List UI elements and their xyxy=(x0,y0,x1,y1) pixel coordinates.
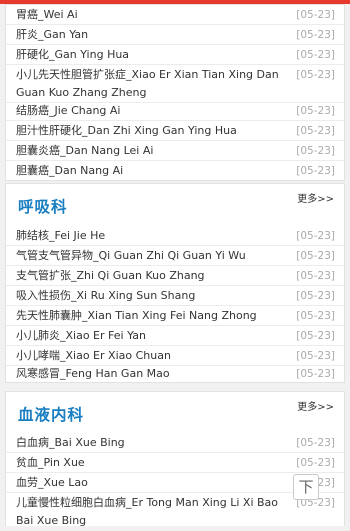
list-item-title[interactable]: 肺结核_Fei Jie He xyxy=(16,226,296,246)
list-item-date: [05-23] xyxy=(296,310,335,322)
list-item[interactable]: 胆囊癌_Dan Nang Ai [05-23] xyxy=(6,161,344,181)
list-item-title[interactable]: 支气管扩张_Zhi Qi Guan Kuo Zhang xyxy=(16,266,296,286)
list-item-date: [05-23] xyxy=(296,437,335,449)
list-item-date: [05-23] xyxy=(296,105,335,117)
list-item-date: [05-23] xyxy=(296,125,335,137)
list-item[interactable]: 吸入性损伤_Xi Ru Xing Sun Shang [05-23] xyxy=(6,286,344,306)
back-to-top-button[interactable]: 下 xyxy=(293,474,319,500)
list-item[interactable]: 肺结核_Fei Jie He [05-23] xyxy=(6,226,344,246)
list-item[interactable]: 白血病_Bai Xue Bing [05-23] xyxy=(6,433,344,453)
list-item[interactable]: 支气管扩张_Zhi Qi Guan Kuo Zhang [05-23] xyxy=(6,266,344,286)
list-item-date: [05-23] xyxy=(296,330,335,342)
list-item[interactable]: 肝硬化_Gan Ying Hua [05-23] xyxy=(6,45,344,65)
list-item[interactable]: 胆汁性肝硬化_Dan Zhi Xing Gan Ying Hua [05-23] xyxy=(6,121,344,141)
list-item-title[interactable]: 胃癌_Wei Ai xyxy=(16,5,296,25)
section-header: 呼吸科 更多>> xyxy=(6,184,344,232)
list-item-title[interactable]: 胆囊癌_Dan Nang Ai xyxy=(16,161,296,181)
list-item[interactable]: 贫血_Pin Xue [05-23] xyxy=(6,453,344,473)
list-item[interactable]: 风寒感冒_Feng Han Gan Mao [05-23] xyxy=(6,364,344,384)
list-item[interactable]: 小儿先天性胆管扩张症_Xiao Er Xian Tian Xing Dan Gu… xyxy=(6,65,344,103)
list-item-title[interactable]: 小儿先天性胆管扩张症_Xiao Er Xian Tian Xing Dan Gu… xyxy=(16,66,296,102)
list-item-date: [05-23] xyxy=(296,368,335,380)
list-item[interactable]: 结肠癌_Jie Chang Ai [05-23] xyxy=(6,101,344,121)
section-title: 血液内科 xyxy=(18,406,85,424)
list-item-date: [05-23] xyxy=(296,250,335,262)
list-item-date: [05-23] xyxy=(296,165,335,177)
section-title: 呼吸科 xyxy=(18,198,68,216)
list-item-title[interactable]: 小儿哮喘_Xiao Er Xiao Chuan xyxy=(16,346,296,366)
list-item[interactable]: 胆囊炎癌_Dan Nang Lei Ai [05-23] xyxy=(6,141,344,161)
list-item-title[interactable]: 胆囊炎癌_Dan Nang Lei Ai xyxy=(16,141,296,161)
list-item-title[interactable]: 气管支气管异物_Qi Guan Zhi Qi Guan Yi Wu xyxy=(16,246,296,266)
list-item[interactable]: 气管支气管异物_Qi Guan Zhi Qi Guan Yi Wu [05-23… xyxy=(6,246,344,266)
list-item-date: [05-23] xyxy=(296,69,335,81)
list-item[interactable]: 小儿肺炎_Xiao Er Fei Yan [05-23] xyxy=(6,326,344,346)
list-item-title[interactable]: 血劳_Xue Lao xyxy=(16,473,296,493)
list-item[interactable]: 胃癌_Wei Ai [05-23] xyxy=(6,5,344,25)
list-item-title[interactable]: 肝炎_Gan Yan xyxy=(16,25,296,45)
list-item[interactable]: 肝炎_Gan Yan [05-23] xyxy=(6,25,344,45)
disease-list-panel-digestive: 胃癌_Wei Ai [05-23] 肝炎_Gan Yan [05-23] 肝硬化… xyxy=(5,4,345,181)
list-item-title[interactable]: 结肠癌_Jie Chang Ai xyxy=(16,101,296,121)
list-item-title[interactable]: 儿童慢性粒细胞白血病_Er Tong Man Xing Li Xi Bao Ba… xyxy=(16,494,296,530)
list-item-date: [05-23] xyxy=(296,457,335,469)
list-item[interactable]: 小儿哮喘_Xiao Er Xiao Chuan [05-23] xyxy=(6,346,344,366)
list-item-title[interactable]: 肝硬化_Gan Ying Hua xyxy=(16,45,296,65)
disease-section-respiratory: 呼吸科 更多>> 肺结核_Fei Jie He [05-23] 气管支气管异物_… xyxy=(5,183,345,383)
list-item-title[interactable]: 胆汁性肝硬化_Dan Zhi Xing Gan Ying Hua xyxy=(16,121,296,141)
list-item-title[interactable]: 风寒感冒_Feng Han Gan Mao xyxy=(16,364,296,384)
list-item-date: [05-23] xyxy=(296,350,335,362)
list-item-date: [05-23] xyxy=(296,145,335,157)
list-item-date: [05-23] xyxy=(296,230,335,242)
list-item-title[interactable]: 先天性肺囊肿_Xian Tian Xing Fei Nang Zhong xyxy=(16,306,296,326)
list-item-date: [05-23] xyxy=(296,290,335,302)
list-item-date: [05-23] xyxy=(296,29,335,41)
more-link[interactable]: 更多>> xyxy=(297,398,334,413)
list-item[interactable]: 先天性肺囊肿_Xian Tian Xing Fei Nang Zhong [05… xyxy=(6,306,344,326)
list-item-title[interactable]: 吸入性损伤_Xi Ru Xing Sun Shang xyxy=(16,286,296,306)
list-item-date: [05-23] xyxy=(296,9,335,21)
more-link[interactable]: 更多>> xyxy=(297,190,334,205)
list-item-date: [05-23] xyxy=(296,49,335,61)
list-item-title[interactable]: 白血病_Bai Xue Bing xyxy=(16,433,296,453)
back-to-top-icon: 下 xyxy=(298,478,314,496)
list-item-title[interactable]: 贫血_Pin Xue xyxy=(16,453,296,473)
list-item-title[interactable]: 小儿肺炎_Xiao Er Fei Yan xyxy=(16,326,296,346)
list-item-date: [05-23] xyxy=(296,270,335,282)
disease-section-hematology: 血液内科 更多>> 白血病_Bai Xue Bing [05-23] 贫血_Pi… xyxy=(5,391,345,527)
